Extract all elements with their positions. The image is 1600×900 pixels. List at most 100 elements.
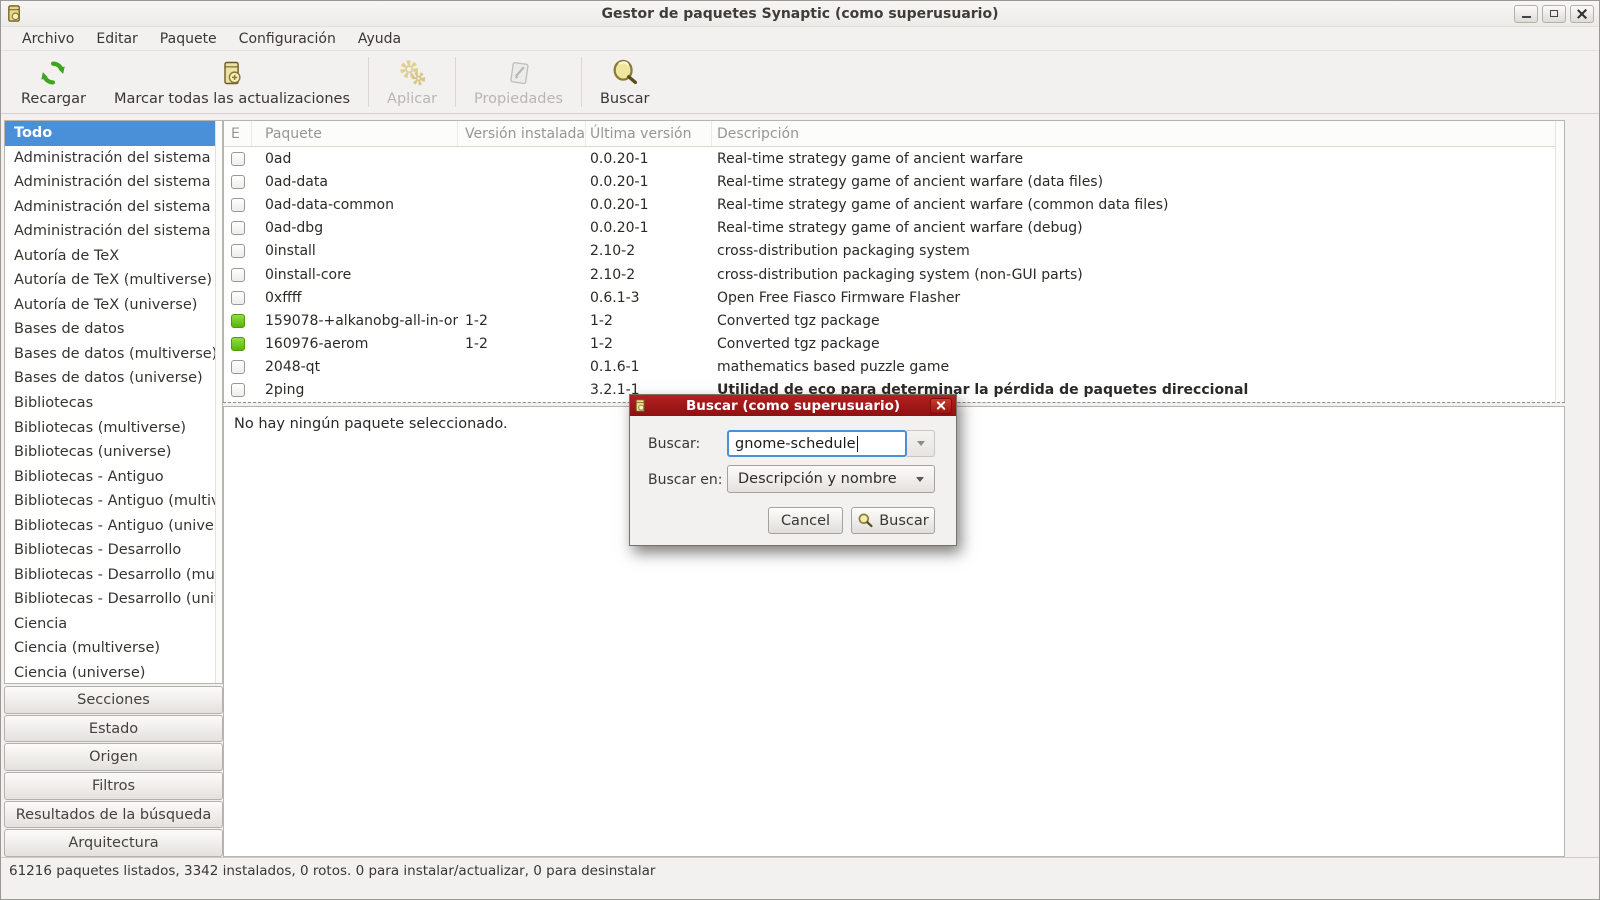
status-bar: 61216 paquetes listados, 3342 instalados… bbox=[1, 857, 1599, 899]
empty-checkbox[interactable] bbox=[231, 383, 245, 398]
category-item-bibliotecas[interactable]: Bibliotecas bbox=[5, 391, 215, 416]
category-item-ciencia-universe[interactable]: Ciencia (universe) bbox=[5, 661, 215, 683]
category-item-ciencia-multiverse[interactable]: Ciencia (multiverse) bbox=[5, 636, 215, 661]
toolbar-button-recargar[interactable]: Recargar bbox=[7, 51, 100, 113]
category-item-bases-de-datos-universe[interactable]: Bases de datos (universe) bbox=[5, 366, 215, 391]
status-cell bbox=[224, 174, 252, 189]
column-header-paquete[interactable]: Paquete bbox=[252, 121, 458, 146]
toolbar-button-propiedades: Propiedades bbox=[460, 51, 577, 113]
search-history-dropdown[interactable] bbox=[907, 430, 935, 457]
category-item-autoria-de-tex-multiverse[interactable]: Autoría de TeX (multiverse) bbox=[5, 268, 215, 293]
toolbar-button-marcar-todas-las-actualizaciones[interactable]: Marcar todas las actualizaciones bbox=[100, 51, 364, 113]
empty-checkbox[interactable] bbox=[231, 151, 245, 166]
column-header-ultima-version[interactable]: Última versión bbox=[586, 121, 712, 146]
empty-checkbox[interactable] bbox=[231, 360, 245, 375]
view-button-origen[interactable]: Origen bbox=[4, 743, 223, 772]
installed-checkbox[interactable] bbox=[231, 337, 245, 352]
dialog-close-button[interactable] bbox=[930, 397, 952, 414]
status-cell bbox=[224, 337, 252, 352]
close-button[interactable] bbox=[1570, 4, 1594, 23]
minimize-button[interactable] bbox=[1514, 4, 1538, 23]
menu-paquete[interactable]: Paquete bbox=[149, 31, 228, 47]
table-row[interactable]: 0install-core 2.10-2 cross-distribution pa… bbox=[224, 262, 1555, 287]
category-item-bibliotecas-desarrollo-multiverse[interactable]: Bibliotecas - Desarrollo (multiverse) bbox=[5, 563, 215, 588]
toolbar-button-buscar[interactable]: Buscar bbox=[586, 51, 664, 113]
minimize-icon bbox=[1521, 16, 1531, 18]
description-cell: Real-time strategy game of ancient warfa… bbox=[717, 220, 1083, 237]
toolbar-button-label: Buscar bbox=[599, 91, 650, 107]
empty-checkbox[interactable] bbox=[231, 197, 245, 212]
dialog-search-button[interactable]: Buscar bbox=[851, 507, 935, 534]
category-item-bases-de-datos[interactable]: Bases de datos bbox=[5, 317, 215, 342]
table-row[interactable]: 159078-+alkanobg-all-in-one 1-2 1-2 Convert… bbox=[224, 309, 1555, 333]
view-button-filtros[interactable]: Filtros bbox=[4, 772, 223, 800]
latest-version-cell: 2.10-2 bbox=[590, 266, 636, 283]
menu-editar[interactable]: Editar bbox=[85, 31, 148, 47]
search-input[interactable]: gnome-schedule bbox=[727, 430, 907, 457]
status-cell bbox=[224, 267, 252, 282]
search-in-select[interactable]: Descripción y nombre bbox=[727, 465, 935, 493]
table-row[interactable]: 0ad-data-common 0.0.20-1 Real-time strateg… bbox=[224, 193, 1555, 217]
category-item-autoria-de-tex[interactable]: Autoría de TeX bbox=[5, 244, 215, 269]
column-header-version-instalada[interactable]: Versión instalada bbox=[458, 121, 586, 146]
close-icon bbox=[937, 401, 946, 410]
column-header-e[interactable]: E bbox=[224, 121, 252, 146]
search-dialog-title-bar: Buscar (como superusuario) bbox=[630, 395, 956, 416]
description-cell: Converted tgz package bbox=[717, 312, 880, 329]
description-cell: Real-time strategy game of ancient warfa… bbox=[717, 150, 1024, 167]
package-name-cell: 2ping bbox=[265, 382, 305, 399]
properties-icon bbox=[505, 57, 533, 89]
category-item-bibliotecas-multiverse[interactable]: Bibliotecas (multiverse) bbox=[5, 416, 215, 441]
category-item-todo[interactable]: Todo bbox=[5, 121, 215, 146]
view-button-arquitectura[interactable]: Arquitectura bbox=[4, 829, 223, 858]
view-button-resultados-de-la-busqueda[interactable]: Resultados de la búsqueda bbox=[4, 800, 223, 829]
category-item-bibliotecas-antiguo[interactable]: Bibliotecas - Antiguo bbox=[5, 465, 215, 490]
menu-ayuda[interactable]: Ayuda bbox=[347, 31, 412, 47]
package-table: E Paquete Versión instalada Última versión D… bbox=[223, 120, 1565, 403]
view-button-estado[interactable]: Estado bbox=[4, 714, 223, 743]
category-item-bibliotecas-universe[interactable]: Bibliotecas (universe) bbox=[5, 440, 215, 465]
menu-configuracion[interactable]: Configuración bbox=[228, 31, 347, 47]
category-item-bases-de-datos-multiverse[interactable]: Bases de datos (multiverse) bbox=[5, 342, 215, 367]
empty-checkbox[interactable] bbox=[231, 244, 245, 259]
cancel-button[interactable]: Cancel bbox=[768, 507, 843, 534]
search-input-value: gnome-schedule bbox=[735, 435, 856, 452]
empty-checkbox[interactable] bbox=[231, 221, 245, 236]
view-button-secciones[interactable]: Secciones bbox=[4, 686, 223, 714]
menu-bar: Archivo Editar Paquete Configuración Ayuda bbox=[1, 27, 1599, 51]
table-row[interactable]: 0ad 0.0.20-1 Real-time strategy game of an… bbox=[224, 147, 1555, 171]
package-name-cell: 159078-+alkanobg-all-in-one bbox=[265, 312, 458, 329]
table-row[interactable]: 0install 2.10-2 cross-distribution packagi… bbox=[224, 239, 1555, 263]
table-row[interactable]: 0ad-dbg 0.0.20-1 Real-time strategy game o… bbox=[224, 216, 1555, 240]
table-row[interactable]: 2048-qt 0.1.6-1 mathematics based puzzle g… bbox=[224, 355, 1555, 379]
menu-archivo[interactable]: Archivo bbox=[11, 31, 85, 47]
package-name-cell: 160976-aerom bbox=[265, 336, 369, 353]
package-name-cell: 0ad bbox=[265, 150, 292, 167]
empty-checkbox[interactable] bbox=[231, 290, 245, 305]
category-item-bibliotecas-desarrollo[interactable]: Bibliotecas - Desarrollo bbox=[5, 538, 215, 563]
description-cell: mathematics based puzzle game bbox=[717, 359, 950, 376]
category-item-bibliotecas-antiguo-universe[interactable]: Bibliotecas - Antiguo (universe) bbox=[5, 514, 215, 539]
maximize-button[interactable] bbox=[1542, 4, 1566, 23]
latest-version-cell: 0.0.20-1 bbox=[590, 196, 649, 213]
installed-checkbox[interactable] bbox=[231, 313, 245, 328]
table-scrollbar[interactable] bbox=[1555, 121, 1564, 403]
column-header-descripcion[interactable]: Descripción bbox=[712, 121, 1555, 146]
category-item-bibliotecas-desarrollo-universe[interactable]: Bibliotecas - Desarrollo (universe) bbox=[5, 587, 215, 612]
table-row[interactable]: 0ad-data 0.0.20-1 Real-time strategy game … bbox=[224, 170, 1555, 194]
maximize-icon bbox=[1550, 10, 1558, 17]
category-item-administracion-del-sistema[interactable]: Administración del sistema bbox=[5, 146, 215, 171]
table-row[interactable]: 160976-aerom 1-2 1-2 Converted tgz package bbox=[224, 332, 1555, 356]
table-row[interactable]: 0xffff 0.6.1-3 Open Free Fiasco Firmware F… bbox=[224, 286, 1555, 310]
category-item-autoria-de-tex-universe[interactable]: Autoría de TeX (universe) bbox=[5, 293, 215, 318]
latest-version-cell: 1-2 bbox=[590, 336, 613, 353]
category-item-administracion-del-sistema-multiverse[interactable]: Administración del sistema (multiverse) bbox=[5, 170, 215, 195]
empty-checkbox[interactable] bbox=[231, 267, 245, 282]
toolbar-button-aplicar: Aplicar bbox=[373, 51, 451, 113]
category-item-ciencia[interactable]: Ciencia bbox=[5, 612, 215, 637]
sidebar-scrollbar[interactable] bbox=[215, 121, 222, 683]
category-item-bibliotecas-antiguo-multiverse[interactable]: Bibliotecas - Antiguo (multiverse) bbox=[5, 489, 215, 514]
category-item-administracion-del-sistema-restricted[interactable]: Administración del sistema (restricted) bbox=[5, 195, 215, 220]
category-item-administracion-del-sistema-universe[interactable]: Administración del sistema (universe) bbox=[5, 219, 215, 244]
empty-checkbox[interactable] bbox=[231, 174, 245, 189]
